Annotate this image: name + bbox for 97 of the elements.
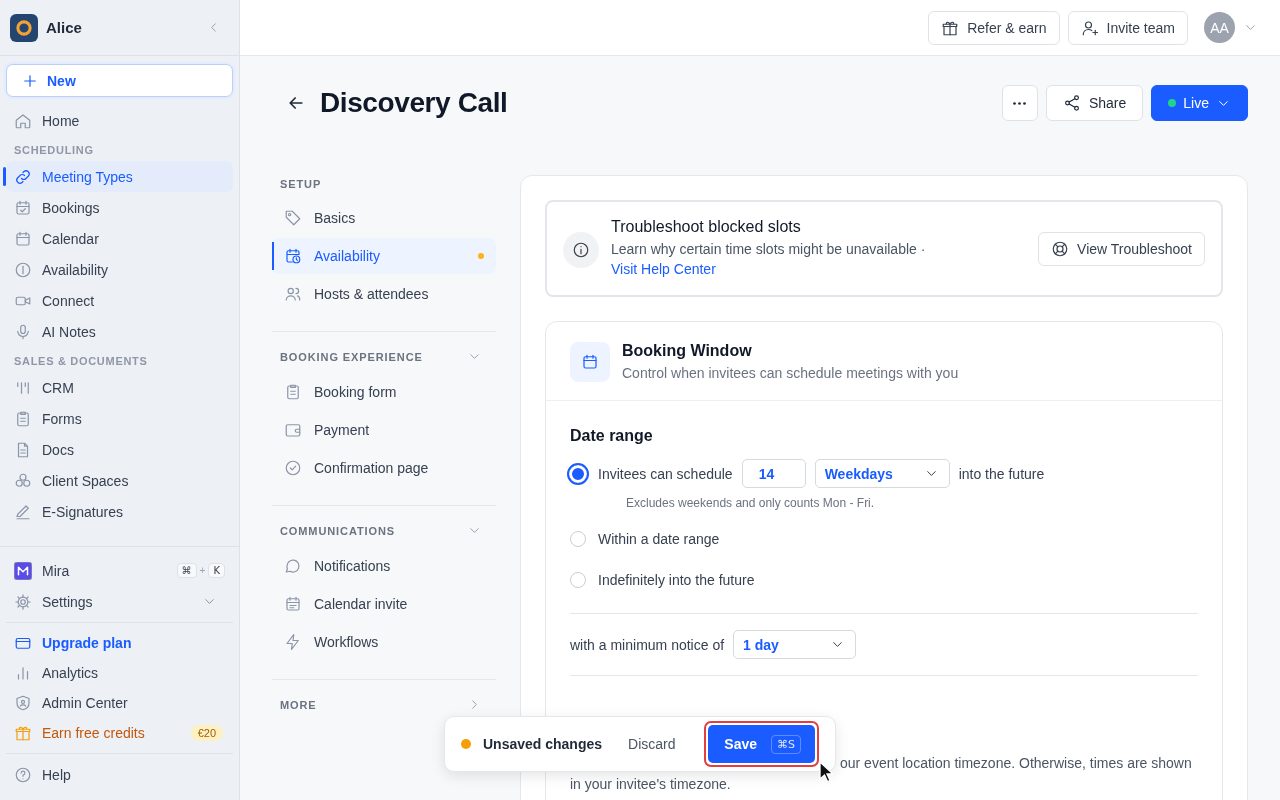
settings-nav-item[interactable]: Basics <box>272 200 496 236</box>
nav-item[interactable]: Calendar <box>6 223 233 254</box>
settings-nav-item[interactable]: Calendar invite <box>272 586 496 622</box>
panel-subtitle: Control when invitees can schedule meetings with you <box>622 365 959 381</box>
discard-button[interactable]: Discard <box>622 732 682 756</box>
nav-item[interactable]: Client Spaces <box>6 465 233 496</box>
section-heading: SETUP <box>280 178 322 190</box>
app-icon <box>14 561 32 580</box>
calendar-icon <box>581 353 599 371</box>
gear-icon <box>14 592 32 611</box>
notice-label: with a minimum notice of <box>570 636 725 653</box>
option-suffix: into the future <box>958 465 1045 482</box>
section-heading: SCHEDULING <box>13 143 95 158</box>
view-troubleshoot-button[interactable]: View Troubleshoot <box>1038 231 1205 266</box>
badge-check-icon <box>284 459 302 477</box>
nav-item[interactable]: Bookings <box>6 192 233 223</box>
section-heading: SALES & DOCUMENTS <box>13 354 149 369</box>
calendar-clock-icon <box>284 247 302 265</box>
credit-badge: €20 <box>190 725 223 741</box>
count-field[interactable]: 14 <box>741 459 806 488</box>
refer-button[interactable]: Refer & earn <box>928 10 1060 45</box>
section-heading: MORE <box>280 698 317 711</box>
mic-icon <box>14 322 32 341</box>
new-button[interactable]: New <box>6 64 233 97</box>
nav-item[interactable]: AI Notes <box>6 316 233 347</box>
calendar-icon <box>14 229 32 248</box>
page-title: Discovery Call <box>320 87 508 119</box>
nav-item[interactable]: E-Signatures <box>6 496 233 527</box>
info-icon <box>572 241 590 259</box>
section-heading: BOOKING EXPERIENCE <box>280 350 423 363</box>
nav-item[interactable]: Forms <box>6 403 233 434</box>
help-icon <box>14 765 32 784</box>
help-item[interactable]: Help <box>6 759 233 790</box>
clipboard-icon <box>14 409 32 428</box>
circle-bar-icon <box>14 260 32 279</box>
nav-item[interactable]: Analytics <box>6 658 233 688</box>
more-button[interactable] <box>1001 85 1038 121</box>
panel-title: Booking Window <box>622 342 753 360</box>
nav-item[interactable]: CRM <box>6 372 233 403</box>
option-label: Within a date range <box>598 531 720 547</box>
nav-item[interactable]: Home <box>6 105 233 136</box>
circles-icon <box>14 471 32 490</box>
settings-nav-item[interactable]: Workflows <box>272 624 496 660</box>
help-center-link[interactable]: Visit Help Center <box>611 261 716 277</box>
chat-icon <box>284 557 302 575</box>
unit-select[interactable]: Weekdays <box>814 459 950 488</box>
nav-item[interactable]: Connect <box>6 285 233 316</box>
option-label: Invitees can schedule <box>598 465 733 482</box>
status-button[interactable]: Live <box>1151 85 1248 121</box>
clipboard-icon <box>284 383 302 401</box>
settings-nav-item[interactable]: Booking form <box>272 374 496 410</box>
bolt-icon <box>284 633 302 651</box>
workspace-name: Alice <box>46 19 82 36</box>
calendar-check-icon <box>14 198 32 217</box>
settings-nav-item[interactable]: Notifications <box>272 548 496 584</box>
lifebuoy-icon <box>1051 239 1070 258</box>
share-icon <box>1062 94 1081 112</box>
nav-item[interactable]: Admin Center <box>6 688 233 718</box>
invite-button[interactable]: Invite team <box>1067 10 1188 45</box>
gift-icon <box>14 724 32 742</box>
settings-nav-item[interactable]: Hosts & attendees <box>272 276 496 312</box>
users-icon <box>284 285 302 303</box>
share-button[interactable]: Share <box>1045 85 1144 121</box>
nav-item[interactable]: Upgrade plan <box>6 628 233 658</box>
settings-nav-item[interactable]: Payment <box>272 412 496 448</box>
timezone-text: our event location timezone. Otherwise, times are shown <box>840 754 1192 773</box>
shortcut-key: ⌘ <box>176 563 197 578</box>
settings-item[interactable]: Settings <box>6 586 233 617</box>
toast-status: Unsaved changes <box>483 736 603 752</box>
nav-item[interactable]: Earn free credits €20 <box>6 718 233 748</box>
banner-title: Troubleshoot blocked slots <box>611 218 802 236</box>
radio-button[interactable] <box>567 462 589 485</box>
shortcut-key: K <box>208 563 225 578</box>
link-icon <box>14 167 32 186</box>
nav-item[interactable]: Availability <box>6 254 233 285</box>
section-title: Date range <box>570 427 654 445</box>
settings-nav-item[interactable]: Availability <box>272 238 496 274</box>
banner-text: Learn why certain time slots might be unavailable · <box>611 241 926 257</box>
logo-icon <box>10 13 38 42</box>
wallet-icon <box>284 421 302 439</box>
status-dot <box>461 739 471 749</box>
notice-select[interactable]: 1 day <box>733 630 857 659</box>
section-heading: COMMUNICATIONS <box>280 524 396 537</box>
settings-nav-item[interactable]: Confirmation page <box>272 450 496 486</box>
shield-user-icon <box>14 694 32 712</box>
option-hint: Excludes weekends and only counts Mon - Fri. <box>626 496 876 510</box>
save-button[interactable]: Save ⌘S <box>708 725 815 763</box>
nav-item[interactable]: Meeting Types <box>6 161 233 192</box>
more-icon <box>1013 101 1027 105</box>
nav-item[interactable]: Docs <box>6 434 233 465</box>
shortcut-plus: + <box>199 565 206 576</box>
user-plus-icon <box>1080 18 1099 37</box>
timezone-text: in your invitee's timezone. <box>570 775 731 794</box>
option-label: Indefinitely into the future <box>598 572 755 588</box>
calendar-lines-icon <box>284 595 302 613</box>
assistant-item[interactable]: Mira ⌘ + K <box>6 555 233 586</box>
tag-icon <box>284 209 302 227</box>
